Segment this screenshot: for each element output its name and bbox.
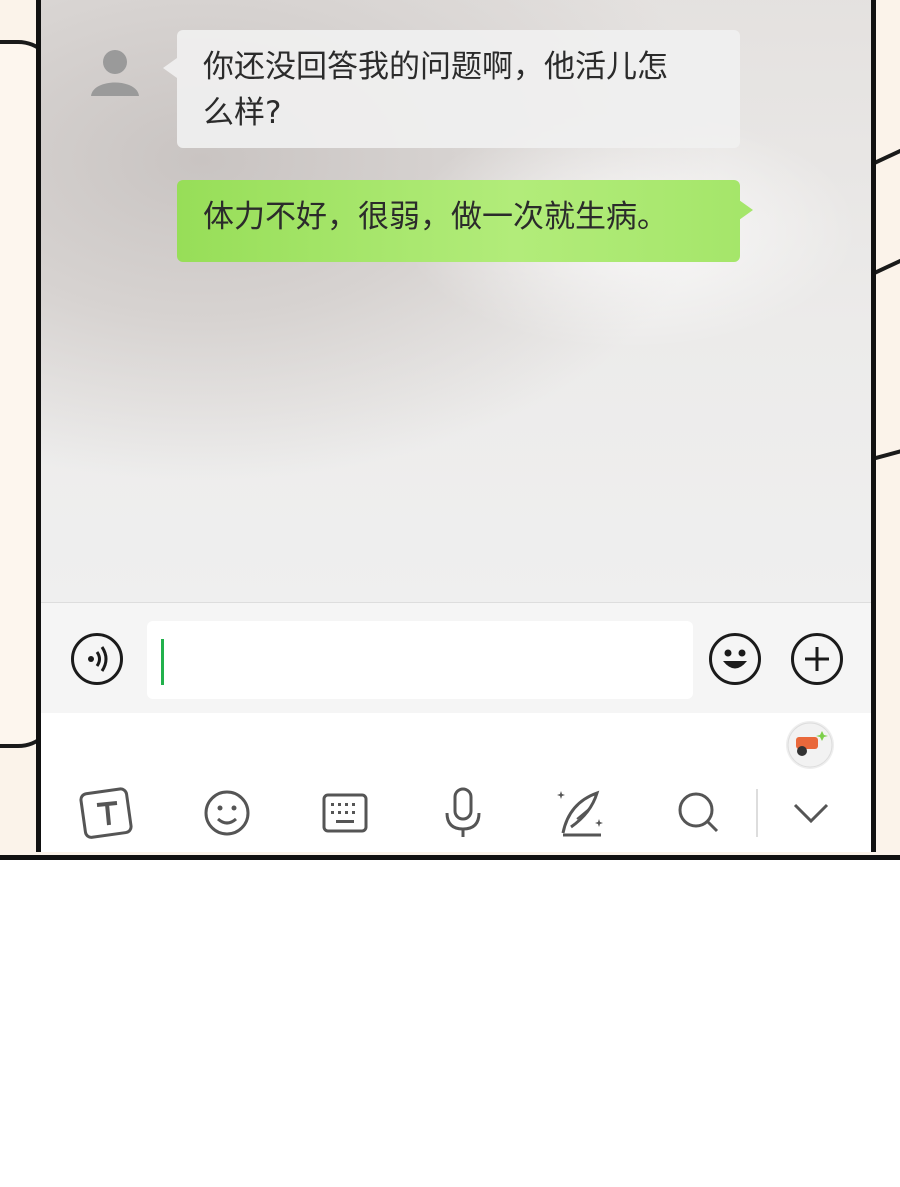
plus-icon [805, 647, 829, 671]
text-cursor [161, 639, 164, 685]
voice-button[interactable] [71, 633, 123, 685]
toolbar-divider [756, 789, 758, 837]
emoji-button[interactable] [709, 633, 761, 685]
emoji-icon [723, 649, 747, 669]
sent-message-bubble[interactable]: 体力不好，很弱，做一次就生病。 [177, 180, 753, 262]
chevron-down-icon[interactable] [781, 783, 841, 843]
received-message-bubble[interactable]: 你还没回答我的问题啊，他活儿怎 么样? [163, 30, 740, 148]
search-icon[interactable] [669, 783, 729, 843]
text-style-icon[interactable] [77, 783, 137, 843]
input-bar [41, 602, 871, 714]
chat-area[interactable]: 你还没回答我的问题啊，他活儿怎 么样? 体力不好，很弱，做一次就生病。 [41, 0, 871, 602]
smiley-icon[interactable] [197, 783, 257, 843]
voice-icon [88, 646, 108, 672]
microphone-icon[interactable] [433, 783, 493, 843]
panel-border [0, 855, 900, 860]
phone-screen: 你还没回答我的问题啊，他活儿怎 么样? 体力不好，很弱，做一次就生病。 [36, 0, 876, 852]
keyboard-toolbar [41, 713, 871, 852]
message-text: 体力不好，很弱，做一次就生病。 [203, 199, 668, 235]
message-text-line: 么样? [203, 95, 282, 131]
keyboard-icon[interactable] [315, 783, 375, 843]
sticker-icon[interactable] [786, 721, 834, 769]
message-text-line: 你还没回答我的问题啊，他活儿怎 [203, 49, 668, 85]
message-input[interactable] [147, 621, 693, 699]
quill-icon[interactable] [551, 783, 611, 843]
more-button[interactable] [791, 633, 843, 685]
person-icon[interactable] [87, 42, 143, 98]
